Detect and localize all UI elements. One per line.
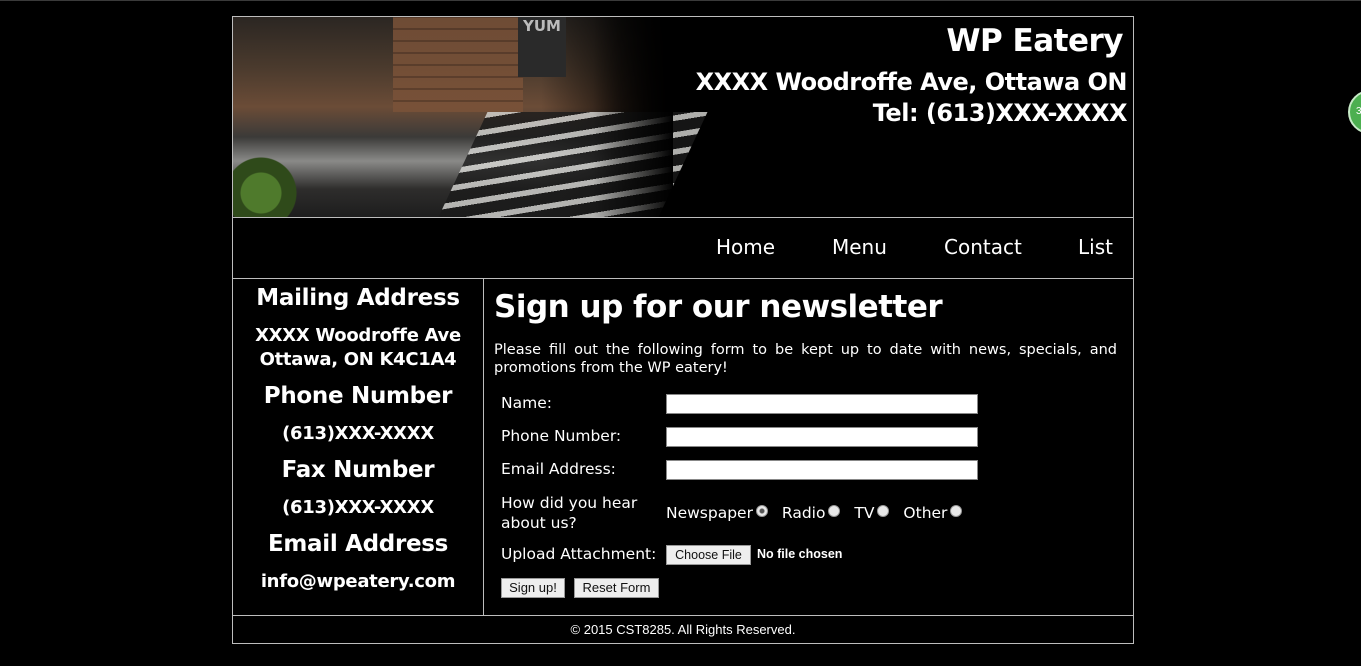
phone-label: Phone Number: bbox=[501, 427, 622, 445]
newsletter-section: Sign up for our newsletter Please fill o… bbox=[484, 279, 1133, 615]
option-other-label: Other bbox=[903, 504, 948, 522]
business-name: WP Eatery bbox=[946, 23, 1123, 59]
fax-heading: Fax Number bbox=[281, 457, 435, 483]
option-tv[interactable]: TV bbox=[854, 504, 890, 522]
mailing-heading: Mailing Address bbox=[256, 285, 460, 311]
upload-label: Upload Attachment: bbox=[501, 545, 657, 563]
photo-brick-wall bbox=[393, 17, 523, 112]
site-footer: © 2015 CST8285. All Rights Reserved. bbox=[233, 615, 1133, 644]
email-input[interactable] bbox=[666, 460, 978, 480]
radio-radio[interactable] bbox=[828, 505, 841, 517]
reset-button[interactable]: Reset Form bbox=[574, 578, 659, 598]
hear-label: How did you hear about us? bbox=[501, 494, 638, 532]
radio-other[interactable] bbox=[950, 505, 963, 517]
radio-tv[interactable] bbox=[877, 505, 890, 517]
file-status: No file chosen bbox=[757, 547, 843, 561]
option-radio[interactable]: Radio bbox=[782, 504, 841, 522]
phone-heading: Phone Number bbox=[263, 383, 453, 409]
site-header: YUM WP Eatery XXXX Woodroffe Ave, Ottawa… bbox=[233, 17, 1133, 218]
photo-fade bbox=[593, 17, 673, 217]
business-phone: Tel: (613)XXX-XXXX bbox=[872, 99, 1128, 127]
photo-plant bbox=[233, 157, 303, 217]
business-address: XXXX Woodroffe Ave, Ottawa ON bbox=[695, 68, 1128, 96]
extension-badge[interactable]: 3 bbox=[1348, 90, 1361, 134]
photo-sign: YUM bbox=[518, 17, 566, 77]
email-label: Email Address: bbox=[501, 460, 616, 478]
signup-button[interactable]: Sign up! bbox=[501, 578, 565, 598]
newsletter-title: Sign up for our newsletter bbox=[494, 289, 943, 325]
phone-input[interactable] bbox=[666, 427, 978, 447]
nav-home[interactable]: Home bbox=[716, 235, 775, 259]
nav-menu[interactable]: Menu bbox=[832, 235, 887, 259]
page-container: YUM WP Eatery XXXX Woodroffe Ave, Ottawa… bbox=[232, 16, 1134, 644]
option-newspaper-label: Newspaper bbox=[666, 504, 753, 522]
name-input[interactable] bbox=[666, 394, 978, 414]
nav-contact[interactable]: Contact bbox=[944, 235, 1022, 259]
email-heading: Email Address bbox=[267, 531, 449, 557]
restaurant-photo: YUM bbox=[233, 17, 708, 217]
business-contact: XXXX Woodroffe Ave, Ottawa ON Tel: (613)… bbox=[695, 67, 1128, 129]
option-radio-label: Radio bbox=[781, 504, 826, 522]
main-nav: Home Menu Contact List bbox=[233, 218, 1133, 279]
newsletter-intro: Please fill out the following form to be… bbox=[494, 342, 1117, 376]
email-value: info@wpeatery.com bbox=[260, 571, 456, 592]
radio-newspaper[interactable] bbox=[755, 505, 768, 517]
mailing-line2: Ottawa, ON K4C1A4 bbox=[259, 349, 457, 370]
top-border bbox=[0, 0, 1361, 1]
hear-options: Newspaper Radio TV Other bbox=[666, 504, 971, 522]
option-newspaper[interactable]: Newspaper bbox=[666, 504, 768, 522]
mailing-line1: XXXX Woodroffe Ave bbox=[255, 325, 461, 346]
fax-value: (613)XXX-XXXX bbox=[282, 497, 434, 518]
name-label: Name: bbox=[501, 394, 552, 412]
option-other[interactable]: Other bbox=[903, 504, 963, 522]
phone-value: (613)XXX-XXXX bbox=[282, 423, 434, 444]
nav-list[interactable]: List bbox=[1078, 235, 1113, 259]
contact-sidebar: Mailing Address XXXX Woodroffe Ave Ottaw… bbox=[233, 279, 484, 615]
option-tv-label: TV bbox=[854, 504, 875, 522]
choose-file-button[interactable]: Choose File bbox=[666, 545, 751, 565]
